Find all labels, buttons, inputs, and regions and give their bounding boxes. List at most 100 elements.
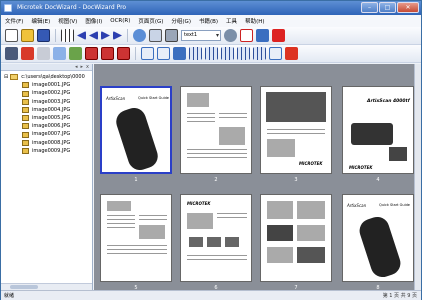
close-button[interactable]: ✕ xyxy=(397,2,419,13)
menu-ocr[interactable]: OCR(R) xyxy=(110,18,130,24)
settings-icon[interactable] xyxy=(256,29,269,42)
image-file-icon xyxy=(22,98,29,105)
last-page-icon[interactable] xyxy=(113,31,122,40)
minimize-button[interactable]: – xyxy=(361,2,378,13)
ocr-icon[interactable] xyxy=(53,47,66,60)
folder-tree-panel: ◂ ▸ x ⊟ c:\users\qa\desktop\0000 image000… xyxy=(1,64,93,290)
tree-item[interactable]: image0005.JPG xyxy=(4,114,92,122)
page-thumbnail: ArtixScan 4000tf MICROTEK xyxy=(342,86,414,174)
tree-item[interactable]: image0008.JPG xyxy=(4,139,92,147)
menu-group[interactable]: 分组(G) xyxy=(171,17,191,25)
menu-image[interactable]: 图像(I) xyxy=(85,17,102,25)
text-line xyxy=(107,219,135,220)
tree-item[interactable]: image0001.JPG xyxy=(4,81,92,89)
menu-edit[interactable]: 编辑(E) xyxy=(31,17,50,25)
film-holder-image xyxy=(389,147,407,161)
toolbar-separator xyxy=(127,29,128,42)
find-icon[interactable] xyxy=(224,29,237,42)
tree-item[interactable]: image0002.JPG xyxy=(4,89,92,97)
maximize-button[interactable]: □ xyxy=(379,2,396,13)
text-line xyxy=(217,213,247,214)
zoom-combo[interactable]: text1 xyxy=(181,30,221,41)
open-folder-icon[interactable] xyxy=(21,29,34,42)
collapse-icon[interactable]: ⊟ xyxy=(4,73,8,81)
page-thumbnail: MICROTEK xyxy=(180,194,252,282)
new-doc-icon[interactable] xyxy=(5,29,18,42)
text-line xyxy=(187,113,215,114)
tree-item-label: image0005.JPG xyxy=(32,115,71,122)
page-figure xyxy=(139,225,165,239)
tree-item[interactable]: image0006.JPG xyxy=(4,122,92,130)
page-layout-icon[interactable] xyxy=(141,47,154,60)
paste-page-icon[interactable] xyxy=(101,47,114,60)
page-figure xyxy=(267,225,293,241)
remote-control-image xyxy=(356,213,404,281)
page-split-icon[interactable] xyxy=(157,47,170,60)
menu-tools[interactable]: 工具 xyxy=(226,17,237,25)
menu-page[interactable]: 页面页(G) xyxy=(138,17,163,25)
thumbnail-page-7[interactable]: 7 xyxy=(256,190,336,290)
scan-icon[interactable] xyxy=(149,29,162,42)
folder-icon xyxy=(10,74,19,81)
menu-view[interactable]: 视图(V) xyxy=(58,17,77,25)
crop-icon[interactable] xyxy=(5,47,18,60)
rotate-icon[interactable] xyxy=(133,29,146,42)
image-adjust-icon[interactable] xyxy=(69,47,82,60)
page-figure xyxy=(219,127,245,145)
menu-file[interactable]: 文件(F) xyxy=(5,17,23,25)
layout-1-icon[interactable] xyxy=(189,47,202,60)
thumbnail-vertical-scrollbar[interactable] xyxy=(414,64,421,290)
color-icon[interactable] xyxy=(21,47,34,60)
first-page-icon[interactable] xyxy=(77,31,86,40)
title-bar: Microtek DocWizard - DocWizard Pro – □ ✕ xyxy=(1,1,421,15)
tree-root[interactable]: ⊟ c:\users\qa\desktop\0000 xyxy=(4,73,92,81)
layout-6-icon[interactable] xyxy=(269,47,282,60)
page-thumbnail: ArtixScan Quick Start Guide xyxy=(342,194,414,282)
print-icon[interactable] xyxy=(165,29,178,42)
eraser-icon[interactable] xyxy=(37,47,50,60)
tree-horizontal-scrollbar[interactable] xyxy=(1,283,92,290)
brochure-title-text: ArtixScan 4000tf xyxy=(367,99,410,104)
pdf-icon[interactable] xyxy=(285,47,298,60)
text-line xyxy=(267,129,325,130)
thumbnail-page-6[interactable]: MICROTEK 6 xyxy=(176,190,256,290)
menu-book[interactable]: 书籍(B) xyxy=(199,17,218,25)
page-edit-icon[interactable] xyxy=(173,47,186,60)
grid-view-icon[interactable] xyxy=(61,29,74,42)
save-icon[interactable] xyxy=(37,29,50,42)
text-line xyxy=(187,255,247,256)
thumbnail-page-1[interactable]: ArtixScan Quick Start Guide 1 xyxy=(96,82,176,188)
thumbnail-page-3[interactable]: MICROTEK 3 xyxy=(256,82,336,188)
layout-3-icon[interactable] xyxy=(221,47,234,60)
tree-left-icon[interactable]: ◂ xyxy=(75,64,78,70)
tree-item[interactable]: image0004.JPG xyxy=(4,106,92,114)
thumbnail-page-2[interactable]: 2 xyxy=(176,82,256,188)
tree-item[interactable]: image0003.JPG xyxy=(4,98,92,106)
menu-help[interactable]: 帮助(H) xyxy=(245,17,264,25)
app-icon xyxy=(4,4,12,12)
layout-4-icon[interactable] xyxy=(237,47,250,60)
copy-page-icon[interactable] xyxy=(85,47,98,60)
image-file-icon xyxy=(22,106,29,113)
window-title: Microtek DocWizard - DocWizard Pro xyxy=(17,4,127,11)
tree-right-icon[interactable]: ▸ xyxy=(81,64,84,70)
prev-page-icon[interactable] xyxy=(89,31,98,40)
app-window: Microtek DocWizard - DocWizard Pro – □ ✕… xyxy=(0,0,422,300)
tree-item[interactable]: image0007.JPG xyxy=(4,130,92,138)
layout-2-icon[interactable] xyxy=(205,47,218,60)
tree-item-label: image0003.JPG xyxy=(32,98,71,105)
next-page-icon[interactable] xyxy=(101,31,110,40)
tree-item[interactable]: image0009.JPG xyxy=(4,147,92,155)
delete-icon[interactable] xyxy=(240,29,253,42)
tree-item-label: image0001.JPG xyxy=(32,82,71,89)
layout-5-icon[interactable] xyxy=(253,47,266,60)
thumbnail-page-4[interactable]: ArtixScan 4000tf MICROTEK 4 xyxy=(338,82,418,188)
scroll-thumb[interactable] xyxy=(10,285,38,289)
image-file-icon xyxy=(22,90,29,97)
thumbnail-page-5[interactable]: 5 xyxy=(96,190,176,290)
page-figure xyxy=(207,237,221,247)
tree-close-icon[interactable]: x xyxy=(86,64,89,70)
thumbnail-page-8[interactable]: ArtixScan Quick Start Guide 8 xyxy=(338,190,418,290)
info-icon[interactable] xyxy=(272,29,285,42)
merge-page-icon[interactable] xyxy=(117,47,130,60)
